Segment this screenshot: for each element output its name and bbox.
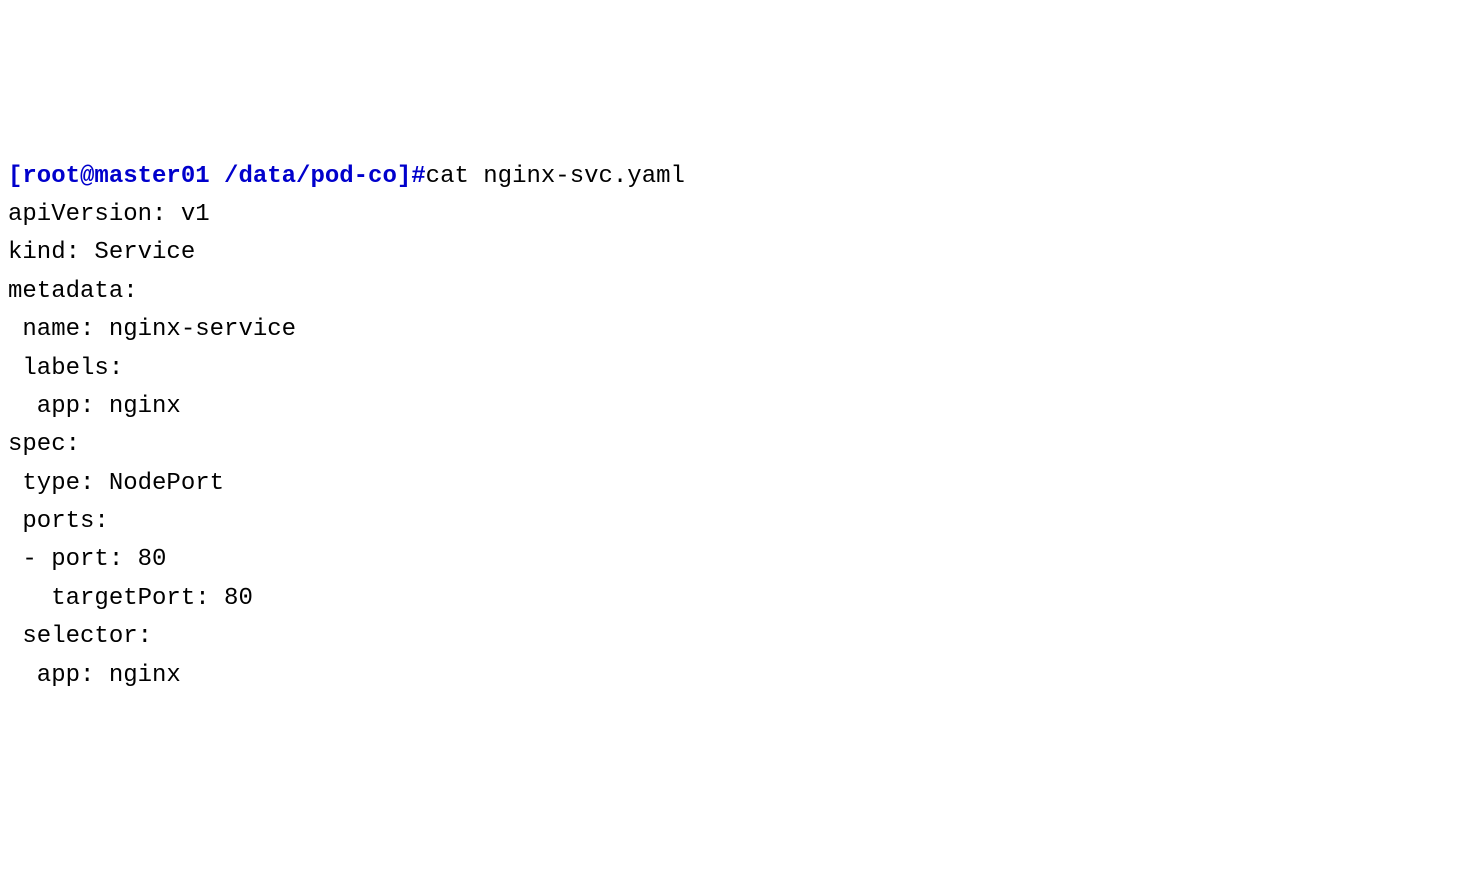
output-line-10: targetPort: 80: [8, 585, 253, 612]
output-line-11: selector:: [8, 623, 152, 650]
output-line-2: metadata:: [8, 278, 138, 305]
output-line-9: - port: 80: [8, 546, 166, 573]
shell-prompt: [root@master01 /data/pod-co]#: [8, 163, 426, 190]
terminal-output[interactable]: [root@master01 /data/pod-co]#cat nginx-s…: [8, 158, 1449, 695]
shell-command: cat nginx-svc.yaml: [426, 163, 685, 190]
output-line-7: type: NodePort: [8, 470, 224, 497]
output-line-5: app: nginx: [8, 393, 181, 420]
output-line-4: labels:: [8, 355, 123, 382]
output-line-8: ports:: [8, 508, 109, 535]
output-line-6: spec:: [8, 431, 80, 458]
output-line-1: kind: Service: [8, 239, 195, 266]
output-line-0: apiVersion: v1: [8, 201, 210, 228]
output-line-12: app: nginx: [8, 662, 181, 689]
output-line-3: name: nginx-service: [8, 316, 296, 343]
